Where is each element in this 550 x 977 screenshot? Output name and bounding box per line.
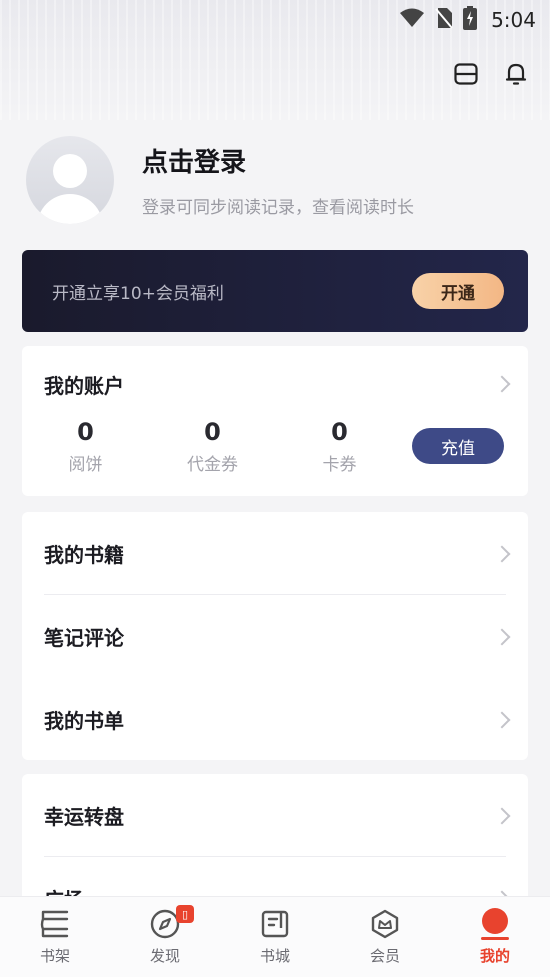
avatar[interactable] bbox=[26, 136, 114, 224]
menu-item-lucky-wheel[interactable]: 幸运转盘 bbox=[22, 774, 528, 857]
account-card: 我的账户 0 阅饼 0 代金券 0 卡券 充值 bbox=[22, 346, 528, 496]
tab-discover[interactable]: ▯ 发现 bbox=[110, 897, 220, 977]
menu-item-label: 幸运转盘 bbox=[44, 805, 124, 829]
wifi-icon bbox=[399, 8, 425, 32]
stat-label: 阅饼 bbox=[68, 455, 103, 475]
new-badge-icon: ▯ bbox=[176, 905, 194, 923]
chevron-right-icon bbox=[493, 711, 511, 728]
battery-charging-icon bbox=[463, 6, 478, 34]
tab-bookshelf[interactable]: 书架 bbox=[0, 897, 110, 977]
avatar-body bbox=[37, 194, 103, 224]
tab-label: 书城 bbox=[259, 947, 290, 965]
menu-item-label: 我的书单 bbox=[44, 709, 124, 733]
tab-mine[interactable]: 我的 bbox=[440, 897, 550, 977]
avatar-head bbox=[53, 154, 87, 188]
account-header[interactable]: 我的账户 bbox=[22, 346, 528, 422]
status-time: 5:04 bbox=[491, 8, 536, 32]
bookstore-icon bbox=[258, 907, 292, 941]
tab-label: 书架 bbox=[39, 947, 70, 965]
vip-crown-icon bbox=[368, 907, 402, 941]
header-actions bbox=[452, 60, 530, 88]
menu-item-booklists[interactable]: 我的书单 bbox=[22, 678, 528, 761]
stat-cards[interactable]: 0 卡券 bbox=[276, 418, 403, 475]
profile-dot-icon bbox=[478, 907, 512, 941]
stat-label: 代金券 bbox=[187, 455, 238, 475]
login-subtitle: 登录可同步阅读记录，查看阅读时长 bbox=[142, 198, 414, 218]
bell-icon[interactable] bbox=[502, 60, 530, 88]
account-stats: 0 阅饼 0 代金券 0 卡券 充值 bbox=[22, 418, 528, 475]
chevron-right-icon bbox=[493, 807, 511, 824]
login-title[interactable]: 点击登录 bbox=[142, 142, 414, 179]
vip-banner[interactable]: 开通立享10+会员福利 开通 bbox=[22, 250, 528, 332]
tab-bookstore[interactable]: 书城 bbox=[220, 897, 330, 977]
tab-label: 会员 bbox=[369, 947, 400, 965]
profile-text: 点击登录 登录可同步阅读记录，查看阅读时长 bbox=[142, 142, 414, 218]
menu-item-my-books[interactable]: 我的书籍 bbox=[22, 512, 528, 595]
vip-open-button[interactable]: 开通 bbox=[412, 273, 504, 309]
no-sim-icon bbox=[435, 7, 453, 33]
stat-value: 0 bbox=[204, 418, 221, 446]
tab-vip[interactable]: 会员 bbox=[330, 897, 440, 977]
menu-item-label: 我的书籍 bbox=[44, 543, 124, 567]
chevron-right-icon bbox=[493, 545, 511, 562]
status-bar: 5:04 bbox=[0, 0, 550, 40]
books-card: 我的书籍 笔记评论 我的书单 bbox=[22, 512, 528, 760]
chevron-right-icon bbox=[493, 628, 511, 645]
account-title: 我的账户 bbox=[44, 373, 124, 398]
scan-icon[interactable] bbox=[452, 60, 480, 88]
stat-vouchers[interactable]: 0 代金券 bbox=[149, 418, 276, 475]
vip-banner-text: 开通立享10+会员福利 bbox=[52, 283, 224, 304]
tab-label: 发现 bbox=[149, 947, 180, 965]
stat-value: 0 bbox=[77, 418, 94, 446]
bottom-tab-bar: 书架 ▯ 发现 书城 会员 我的 bbox=[0, 896, 550, 977]
menu-item-notes[interactable]: 笔记评论 bbox=[22, 595, 528, 678]
menu-item-label: 笔记评论 bbox=[44, 626, 124, 650]
stat-label: 卡券 bbox=[322, 455, 357, 475]
chevron-right-icon bbox=[493, 375, 511, 393]
bookshelf-icon bbox=[38, 907, 72, 941]
profile-section[interactable]: 点击登录 登录可同步阅读记录，查看阅读时长 bbox=[26, 136, 414, 224]
tab-label: 我的 bbox=[479, 947, 510, 965]
recharge-button[interactable]: 充值 bbox=[412, 428, 504, 464]
stat-coins[interactable]: 0 阅饼 bbox=[22, 418, 149, 475]
stat-value: 0 bbox=[331, 418, 348, 446]
